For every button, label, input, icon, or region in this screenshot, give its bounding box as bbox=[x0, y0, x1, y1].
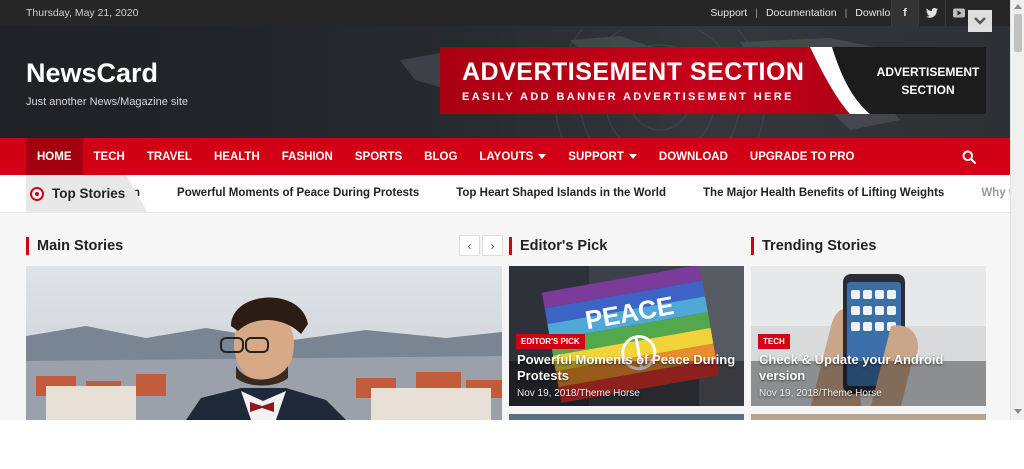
site-header: NewsCard Just another News/Magazine site… bbox=[0, 26, 1010, 138]
chevron-left-icon[interactable]: ‹ bbox=[459, 235, 480, 256]
chevron-down-icon bbox=[538, 154, 547, 159]
current-date: Thursday, May 21, 2020 bbox=[26, 7, 139, 19]
slider-arrows: ‹ › bbox=[459, 235, 503, 256]
site-tagline: Just another News/Magazine site bbox=[26, 96, 189, 108]
nav-item-layouts[interactable]: LAYOUTS bbox=[468, 138, 557, 175]
nav-item-home[interactable]: HOME bbox=[26, 138, 83, 175]
ticker-label-text: Top Stories bbox=[52, 186, 126, 201]
ad-banner-image: ADVERTISEMENT SECTION EASILY ADD BANNER … bbox=[440, 47, 870, 114]
support-link[interactable]: Support bbox=[710, 7, 747, 19]
nav-item-upgrade[interactable]: UPGRADE TO PRO bbox=[739, 138, 866, 175]
trending-card[interactable]: TECH Check & Update your Android version… bbox=[751, 266, 986, 406]
main-story-card[interactable] bbox=[26, 266, 502, 420]
category-badge[interactable]: EDITOR'S PICK bbox=[516, 334, 585, 349]
nav-item-label: LAYOUTS bbox=[479, 150, 534, 163]
ad-side-label: ADVERTISEMENT SECTION bbox=[870, 63, 986, 99]
documentation-link[interactable]: Documentation bbox=[766, 7, 837, 19]
nav-item-support[interactable]: SUPPORT bbox=[557, 138, 648, 175]
nav-item-tech[interactable]: TECH bbox=[83, 138, 136, 175]
nav-item-sports[interactable]: SPORTS bbox=[344, 138, 413, 175]
trending-stories-heading: Trending Stories bbox=[751, 237, 876, 255]
ad-side-line: SECTION bbox=[901, 83, 955, 97]
chevron-down-icon[interactable] bbox=[968, 10, 992, 32]
editors-pick-title[interactable]: Powerful Moments of Peace During Protest… bbox=[517, 352, 737, 384]
ticker-item[interactable]: Powerful Moments of Peace During Protest… bbox=[177, 187, 419, 199]
link-separator: | bbox=[844, 7, 848, 19]
ad-swoosh-shape bbox=[810, 47, 870, 114]
ticker-item[interactable]: Top Heart Shaped Islands in the World bbox=[456, 187, 666, 199]
site-title[interactable]: NewsCard bbox=[26, 58, 158, 89]
scroll-up-icon[interactable] bbox=[1014, 4, 1022, 9]
advertisement-banner[interactable]: ADVERTISEMENT SECTION EASILY ADD BANNER … bbox=[440, 47, 986, 114]
chevron-right-icon[interactable]: › bbox=[482, 235, 503, 256]
nav-item-travel[interactable]: TRAVEL bbox=[136, 138, 203, 175]
nav-item-label: SUPPORT bbox=[568, 150, 624, 163]
content-area: Main Stories ‹ › Editor's Pick Trending … bbox=[0, 214, 1010, 420]
live-dot-icon bbox=[30, 187, 44, 201]
nav-item-health[interactable]: HEALTH bbox=[203, 138, 271, 175]
category-badge[interactable]: TECH bbox=[758, 334, 790, 349]
nav-item-download[interactable]: DOWNLOAD bbox=[648, 138, 739, 175]
top-stories-ticker: n Powerful Moments of Peace During Prote… bbox=[0, 175, 1024, 213]
ad-title: ADVERTISEMENT SECTION bbox=[462, 58, 805, 86]
search-icon[interactable] bbox=[962, 150, 976, 164]
ticker-label: Top Stories bbox=[26, 175, 148, 213]
link-separator: | bbox=[755, 7, 758, 19]
ticker-item[interactable]: The Major Health Benefits of Lifting Wei… bbox=[703, 187, 944, 199]
ticker-items: n Powerful Moments of Peace During Prote… bbox=[133, 187, 1024, 199]
top-links: Support | Documentation | Download bbox=[710, 7, 902, 19]
scroll-thumb[interactable] bbox=[1014, 14, 1022, 52]
nav-item-fashion[interactable]: FASHION bbox=[271, 138, 344, 175]
trending-title[interactable]: Check & Update your Android version bbox=[759, 352, 979, 384]
facebook-icon[interactable]: f bbox=[891, 0, 918, 26]
main-navigation: HOME TECH TRAVEL HEALTH FASHION SPORTS B… bbox=[0, 138, 1010, 175]
ad-subtitle: EASILY ADD BANNER ADVERTISEMENT HERE bbox=[462, 91, 794, 103]
scroll-down-icon[interactable] bbox=[1014, 409, 1022, 414]
editors-pick-card[interactable]: PEACE EDITOR'S PICK Powerful Moments of … bbox=[509, 266, 744, 406]
vertical-scrollbar[interactable] bbox=[1010, 0, 1024, 420]
twitter-icon[interactable] bbox=[918, 0, 945, 26]
ad-side-line: ADVERTISEMENT bbox=[876, 65, 980, 79]
nav-item-blog[interactable]: BLOG bbox=[413, 138, 468, 175]
editors-pick-heading: Editor's Pick bbox=[509, 237, 607, 255]
top-bar: Thursday, May 21, 2020 Support | Documen… bbox=[0, 0, 1010, 26]
editors-pick-meta: Nov 19, 2018/Theme Horse bbox=[517, 388, 640, 399]
chevron-down-icon bbox=[628, 154, 637, 159]
trending-meta: Nov 19, 2018/Theme Horse bbox=[759, 388, 882, 399]
page-bottom-area bbox=[0, 420, 1024, 469]
social-links: f bbox=[891, 0, 972, 26]
main-stories-heading: Main Stories bbox=[26, 237, 123, 255]
main-story-image bbox=[26, 266, 502, 420]
